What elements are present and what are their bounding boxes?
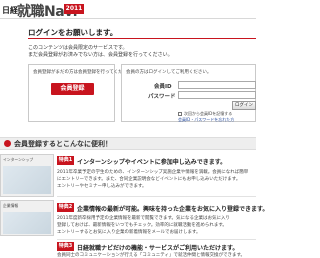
login-button[interactable]: ログイン — [232, 101, 256, 110]
benefit-heading-2: 企業情報の最新が可能。興味を持った企業をお気に入り登録できます。 — [77, 206, 269, 213]
remember-checkbox[interactable] — [178, 112, 182, 116]
benefit-text-1c: エントリーやセミナー申し込みができます。 — [57, 184, 147, 189]
benefit-heading-3: 日経就職ナビだけの機能・サービスがご利用いただけます。 — [77, 245, 239, 252]
bullet-icon — [4, 140, 11, 147]
register-caption: 会員登録がまだの方は会員登録を行ってください — [33, 70, 132, 75]
benefit-text-1b: にエントリーできます。また、合同企業説明会などイベントにもお申し込みいただけます… — [57, 177, 241, 182]
page-title: ログインをお願いします。 — [28, 28, 118, 37]
benefit-badge-2: 特典2 — [57, 203, 74, 212]
login-caption: 会員の方はログインしてご利用ください。 — [126, 70, 212, 75]
thumbnail-internship: インターンシップ — [0, 154, 54, 197]
password-input[interactable] — [178, 91, 256, 99]
thumbnail-image — [3, 212, 51, 234]
benefit-badge-3: 特典3 — [57, 242, 74, 251]
benefit-text-1a: 2011年卒業予定の学生のための、インターンシップ実施企業や情報を満載。会員にな… — [57, 170, 249, 175]
thumbnail-caption: インターンシップ — [3, 157, 34, 162]
thumbnail-caption: 企業情報 — [3, 203, 19, 208]
benefit-divider — [57, 239, 256, 240]
password-label: パスワード — [148, 94, 176, 100]
title-rule — [28, 38, 256, 39]
benefit-divider — [57, 196, 256, 197]
thumbnail-image — [3, 166, 51, 194]
logo-year-badge: 2011 — [64, 4, 84, 14]
member-id-label: 会員ID — [154, 84, 172, 90]
register-button[interactable]: 会員登録 — [51, 83, 94, 95]
logo-prefix: 日経 — [2, 6, 18, 15]
benefit-badge-1: 特典1 — [57, 156, 74, 165]
intro-line-2: まだ会員登録がお済みでない方は、会員登録を行ってください。 — [28, 52, 173, 58]
benefit-text-2c: エントリーするとお気に入り企業の新着情報をメールでお届けします。 — [57, 230, 201, 235]
benefit-text-2a: 2011年度新卒採用予定の企業情報を最新で閲覧できます。気になる企業はお気に入り — [57, 216, 230, 221]
intro-line-1: このコンテンツは会員限定のサービスです。 — [28, 45, 128, 51]
benefit-text-3a: 会員同士のコミュニケーションが行える「コミュニティ」で就活仲間と情報交換ができま… — [57, 253, 246, 258]
member-id-input[interactable] — [178, 81, 256, 89]
header-divider — [0, 18, 256, 19]
forgot-password-link[interactable]: 会員ID・パスワードを忘れた方 — [178, 117, 234, 123]
benefits-title: 会員登録するとこんなに便利！ — [14, 140, 112, 148]
thumbnail-company: 企業情報 — [0, 200, 54, 236]
benefit-heading-1: インターンシップやイベントに参加申し込みできます。 — [77, 159, 227, 166]
benefit-text-2b: 登録しておけば、最新情報をいつでもチェック。効率的に就職活動を進められます。 — [57, 223, 227, 228]
